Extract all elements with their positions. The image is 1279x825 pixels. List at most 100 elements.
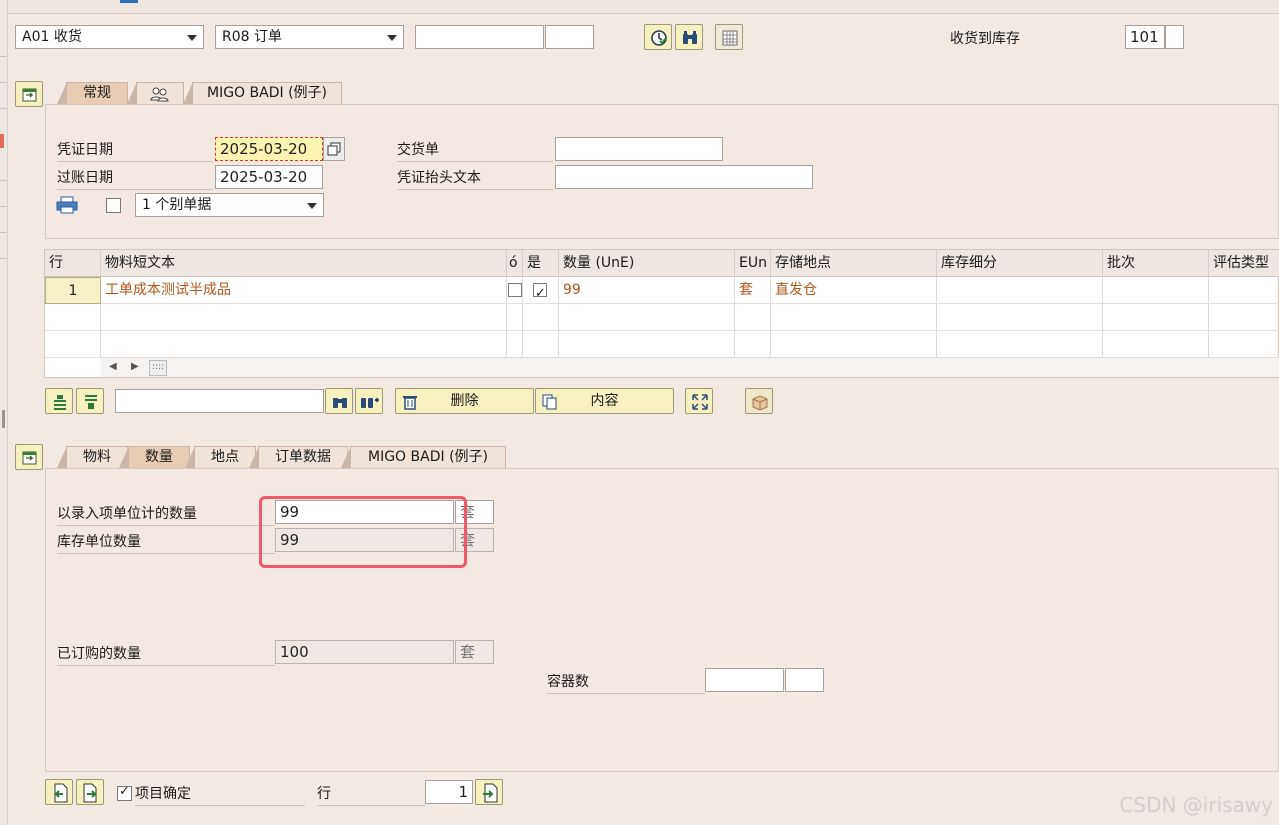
row-unit[interactable]: 套 — [735, 277, 771, 304]
empty-cell — [937, 304, 1103, 331]
previous-item-button[interactable] — [45, 779, 73, 805]
scroll-left-icon[interactable]: ◀ — [109, 361, 117, 372]
collapse-header-button[interactable] — [15, 81, 43, 107]
col-valuation-type[interactable]: 评估类型 — [1209, 250, 1279, 277]
action-select[interactable]: A01 收货 — [15, 25, 204, 49]
item-ok-checkbox[interactable] — [117, 784, 132, 801]
people-icon — [150, 87, 169, 102]
execute-button[interactable] — [644, 24, 672, 50]
empty-cell — [771, 331, 937, 358]
doc-date-input[interactable]: 2025-03-20 — [215, 137, 323, 161]
binoculars-plus-icon — [361, 398, 379, 408]
tab-migo-badi-detail[interactable]: MIGO BADI (例子) — [341, 446, 506, 468]
tab-quantity[interactable]: 数量 — [119, 446, 190, 468]
line-number-input[interactable]: 1 — [425, 780, 473, 804]
delete-button[interactable]: 删除 — [395, 388, 534, 414]
table-settings-icon[interactable]: :::: — [149, 360, 167, 376]
reference-item-input[interactable] — [545, 25, 594, 49]
row-storage-location[interactable]: 直发仓 — [771, 277, 937, 304]
empty-cell — [1103, 304, 1209, 331]
empty-cell — [507, 331, 523, 358]
maximize-button[interactable] — [685, 388, 713, 414]
col-yes[interactable]: 是 — [523, 250, 559, 277]
col-quantity[interactable]: 数量 (UnE) — [559, 250, 735, 277]
reference-select[interactable]: R08 订单 — [215, 25, 404, 49]
tab-migo-badi[interactable]: MIGO BADI (例子) — [183, 82, 342, 104]
tab-order-data-label: 订单数据 — [275, 449, 331, 465]
empty-cell — [101, 304, 507, 331]
ordered-qty-field: 100 — [275, 640, 454, 664]
tab-general[interactable]: 常规 — [57, 82, 128, 104]
item-search-input[interactable] — [115, 389, 324, 413]
find-next-button[interactable] — [355, 388, 383, 414]
top-toolbar-edge — [8, 0, 1279, 14]
collapse-detail-button[interactable] — [15, 444, 43, 470]
clock-check-icon — [651, 30, 667, 46]
print-version-select[interactable]: 1 个别单据 — [135, 193, 324, 217]
col-unit[interactable]: EUn — [735, 250, 771, 277]
print-checkbox[interactable] — [106, 198, 121, 213]
delivery-label: 交货单 — [397, 139, 553, 162]
horizontal-scrollbar[interactable]: ◀ ▶ :::: — [101, 357, 1279, 377]
document-next-icon — [83, 783, 97, 803]
container-count-label: 容器数 — [547, 671, 705, 694]
delivery-input[interactable] — [555, 137, 723, 161]
col-line[interactable]: 行 — [45, 250, 101, 277]
post-date-input[interactable]: 2025-03-20 — [215, 165, 323, 189]
layout-button[interactable] — [715, 24, 743, 50]
row-yes-checkbox[interactable] — [533, 281, 547, 303]
expand-icon — [692, 394, 708, 410]
empty-cell — [523, 304, 559, 331]
tab-order-data[interactable]: 订单数据 — [249, 446, 348, 468]
movement-type-input[interactable]: 101 — [1125, 25, 1165, 49]
col-ok[interactable]: ó — [507, 250, 523, 277]
line-label: 行 — [317, 783, 425, 806]
row-stock-segment[interactable] — [937, 277, 1103, 304]
empty-cell — [523, 331, 559, 358]
col-storage-location[interactable]: 存储地点 — [771, 250, 937, 277]
reference-select-value: R08 订单 — [222, 29, 282, 45]
empty-cell — [45, 331, 101, 358]
stock-overview-button[interactable] — [745, 388, 773, 414]
empty-cell — [101, 331, 507, 358]
empty-cell — [771, 304, 937, 331]
movement-type-ext[interactable] — [1165, 25, 1184, 49]
next-item-button[interactable] — [76, 779, 104, 805]
tab-location[interactable]: 地点 — [185, 446, 256, 468]
empty-cell — [735, 331, 771, 358]
ordered-qty-label: 已订购的数量 — [57, 643, 275, 666]
printer-icon[interactable] — [56, 196, 78, 214]
scroll-right-icon[interactable]: ▶ — [131, 361, 139, 372]
find-button[interactable] — [675, 24, 703, 50]
row-quantity[interactable]: 99 — [559, 277, 735, 304]
empty-cell — [735, 304, 771, 331]
row-material-text[interactable]: 工单成本测试半成品 — [101, 277, 507, 304]
row-batch[interactable] — [1103, 277, 1209, 304]
col-stock-segment[interactable]: 库存细分 — [937, 250, 1103, 277]
empty-cell — [1209, 331, 1279, 358]
reference-number-input[interactable] — [415, 25, 544, 49]
empty-cell — [1209, 304, 1279, 331]
row-valuation-type[interactable] — [1209, 277, 1279, 304]
row-ok-checkbox[interactable] — [508, 283, 522, 297]
post-date-label: 过账日期 — [57, 167, 213, 190]
highlight-annotation — [259, 496, 467, 568]
select-all-icon — [54, 395, 66, 410]
empty-cell — [559, 331, 735, 358]
deselect-all-button[interactable] — [76, 388, 104, 414]
container-count-input[interactable] — [705, 668, 784, 692]
row-line-button[interactable]: 1 — [45, 277, 101, 304]
col-batch[interactable]: 批次 — [1103, 250, 1209, 277]
col-material-text[interactable]: 物料短文本 — [101, 250, 507, 277]
calendar-button[interactable] — [323, 137, 345, 161]
content-button[interactable]: 内容 — [535, 388, 674, 414]
tab-partner[interactable] — [127, 82, 184, 104]
item-find-button[interactable] — [325, 388, 353, 414]
select-all-button[interactable] — [45, 388, 73, 414]
container-count-ext[interactable] — [785, 668, 824, 692]
tab-migo-badi-label: MIGO BADI (例子) — [207, 85, 327, 101]
empty-cell — [507, 304, 523, 331]
go-to-line-button[interactable] — [475, 779, 503, 805]
document-goto-icon — [483, 783, 498, 803]
header-text-input[interactable] — [555, 165, 813, 189]
